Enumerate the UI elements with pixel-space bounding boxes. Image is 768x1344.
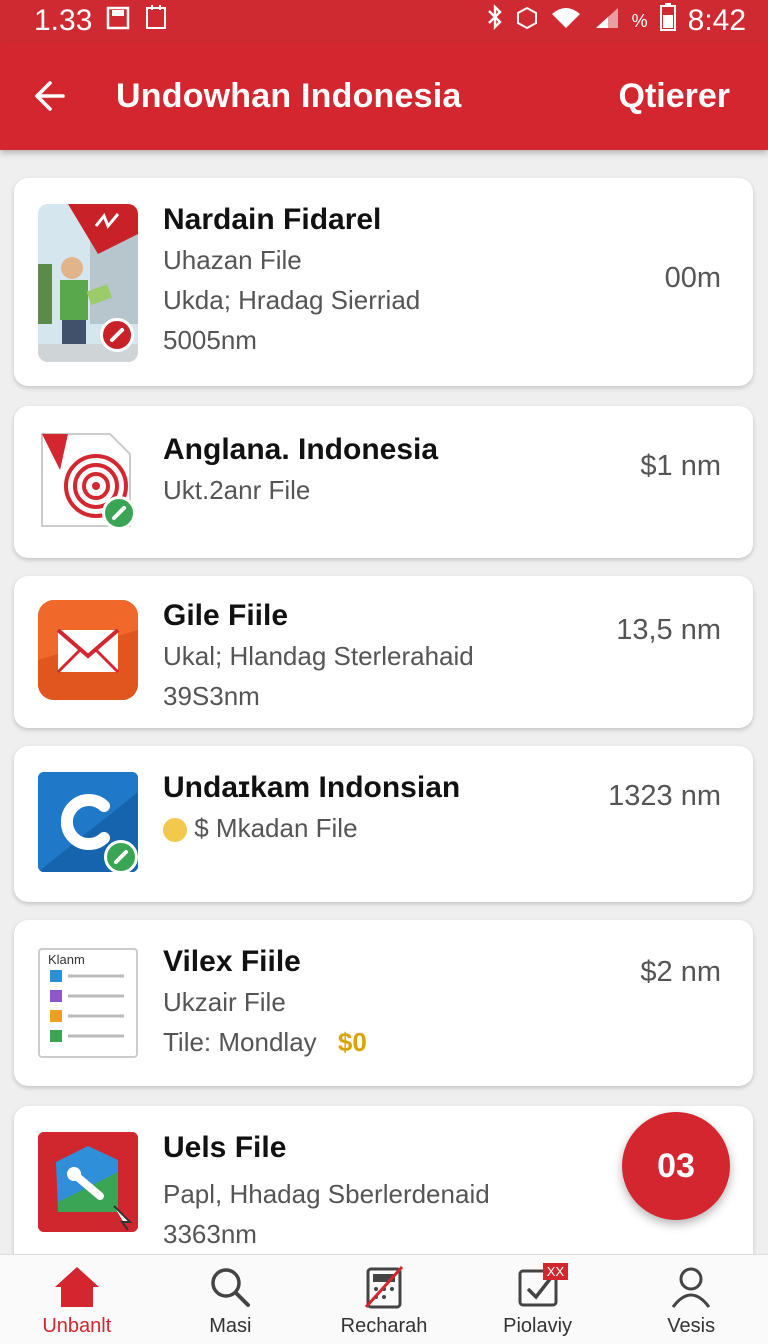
page-title: Undowhan Indonesia	[116, 76, 462, 115]
document-icon: Klanm	[38, 948, 138, 1058]
item-title: Uels File	[163, 1131, 287, 1164]
calculator-icon	[364, 1265, 404, 1309]
nav-profile[interactable]: Vesis	[614, 1255, 768, 1344]
item-subtitle: Ukt.2anr File	[163, 475, 311, 505]
nav-search[interactable]: Masi	[154, 1255, 308, 1344]
item-title: Gile Fiile	[163, 599, 289, 632]
nfc-icon	[516, 4, 538, 38]
wifi-icon	[550, 4, 582, 38]
list-item[interactable]: Undaɪkam Indonsian $ Mkadan File 1323 nm	[14, 746, 753, 902]
item-title: Anglana. Indonesia	[163, 433, 439, 466]
search-icon	[211, 1268, 251, 1307]
status-time-left: 1.33	[34, 4, 93, 37]
item-subtitle: Uhazan File	[163, 245, 302, 275]
bottom-navigation: Unbanlt Masi Recharah XX Piolaviy Vesis	[0, 1254, 768, 1344]
item-detail: Tile: Mondlay	[163, 1027, 317, 1057]
home-icon	[54, 1267, 99, 1307]
item-subtitle: Papl, Hhadag Sberlerdenaid	[163, 1179, 490, 1209]
item-size: 1323 nm	[608, 780, 721, 812]
arrow-left-icon	[35, 81, 65, 111]
item-size: $2 nm	[640, 956, 721, 988]
filter-button[interactable]: Qtierer	[619, 77, 731, 116]
item-size: 00m	[664, 262, 721, 294]
calendar-icon	[144, 4, 168, 38]
phone-badge-icon	[104, 840, 138, 874]
bluetooth-icon	[486, 4, 504, 38]
battery-percent: %	[631, 10, 648, 31]
nav-label: Recharah	[340, 1315, 428, 1337]
profile-icon	[671, 1267, 711, 1308]
mail-icon	[38, 600, 138, 700]
item-title: Undaɪkam Indonsian	[163, 771, 461, 804]
status-time-right: 8:42	[687, 4, 746, 37]
item-detail: Ukda; Hradag Sierriad	[163, 285, 421, 315]
battery-icon	[659, 3, 676, 39]
notification-badge: XX	[542, 1263, 569, 1280]
status-bar: 1.33 % 8:42	[0, 0, 768, 42]
nav-recharge[interactable]: Recharah	[307, 1255, 461, 1344]
item-meta: 39S3nm	[163, 681, 260, 711]
nav-label: Unbanlt	[42, 1315, 112, 1337]
signal-icon	[594, 4, 620, 38]
item-meta: 5005nm	[163, 325, 257, 355]
nav-label: Masi	[209, 1315, 252, 1337]
list-item[interactable]: Nardain Fidarel Uhazan File Ukda; Hradag…	[14, 178, 753, 386]
item-size: $1 nm	[640, 450, 721, 482]
item-subtitle: Ukzair File	[163, 987, 286, 1017]
nav-home[interactable]: Unbanlt	[0, 1255, 154, 1344]
back-button[interactable]	[10, 42, 90, 150]
chat-bubble-icon	[163, 818, 187, 843]
item-size: 13,5 nm	[616, 614, 721, 646]
phone-badge-icon	[100, 318, 134, 352]
item-title: Vilex Fiile	[163, 945, 301, 978]
nav-label: Vesis	[667, 1315, 716, 1337]
phone-badge-icon	[102, 496, 136, 530]
item-price: $0	[337, 1027, 367, 1057]
list-item[interactable]: Klanm Vilex Fiile Ukzair File Tile: Mond…	[14, 920, 753, 1086]
item-subtitle: $ Mkadan File	[194, 813, 358, 843]
floating-action-button[interactable]: 03	[622, 1112, 730, 1220]
tools-app-icon	[38, 1132, 138, 1232]
nav-activity[interactable]: XX Piolaviy	[461, 1255, 615, 1344]
item-meta: 3363nm	[163, 1219, 257, 1249]
list-item[interactable]: Anglana. Indonesia Ukt.2anr File $1 nm	[14, 406, 753, 558]
list-item[interactable]: Gile Fiile Ukal; Hlandag Sterlerahaid 39…	[14, 576, 753, 728]
nav-label: Piolaviy	[503, 1315, 573, 1337]
item-subtitle: Ukal; Hlandag Sterlerahaid	[163, 641, 474, 671]
item-title: Nardain Fidarel	[163, 203, 382, 236]
app-bar: Undowhan Indonesia Qtierer	[0, 42, 768, 150]
save-icon	[106, 4, 130, 38]
